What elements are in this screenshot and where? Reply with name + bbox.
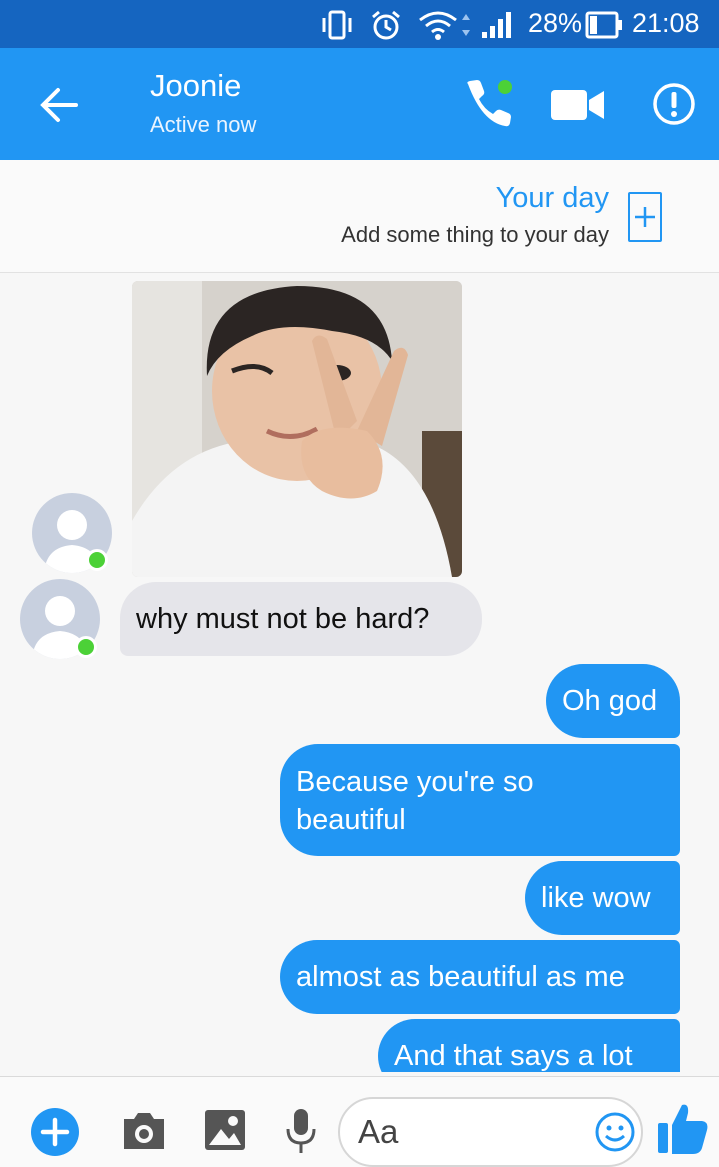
message-text: almost as beautiful as me bbox=[296, 961, 625, 993]
video-call-icon[interactable] bbox=[550, 88, 606, 127]
battery-percent: 28% bbox=[528, 8, 583, 38]
message-input-placeholder: Aa bbox=[358, 1113, 399, 1150]
your-day-title[interactable]: Your day bbox=[496, 182, 609, 215]
camera-icon[interactable] bbox=[120, 1109, 168, 1158]
wifi-icon bbox=[418, 10, 458, 45]
message-text: Oh god bbox=[562, 685, 658, 717]
message-list[interactable]: why must not be hard? Oh god Because you… bbox=[0, 274, 719, 1072]
message-text: why must not be hard? bbox=[136, 603, 430, 635]
back-arrow-icon[interactable] bbox=[36, 82, 82, 128]
signal-icon bbox=[460, 10, 520, 45]
status-bar: 28% 21:08 bbox=[0, 0, 719, 48]
conversation-header: Joonie Active now bbox=[0, 48, 719, 160]
thumbs-up-icon[interactable] bbox=[656, 1101, 710, 1162]
your-day-banner[interactable]: Your day Add some thing to your day bbox=[0, 160, 719, 273]
message-input[interactable]: Aa bbox=[338, 1097, 643, 1167]
contact-status: Active now bbox=[150, 112, 257, 137]
message-composer: Aa bbox=[0, 1076, 719, 1167]
microphone-icon[interactable] bbox=[284, 1107, 318, 1160]
outgoing-message-bubble[interactable]: And that says a lot bbox=[378, 1019, 680, 1072]
phone-call-icon[interactable] bbox=[462, 78, 518, 133]
battery-icon bbox=[585, 10, 625, 45]
message-text: And that says a lot bbox=[394, 1040, 633, 1072]
online-status-dot bbox=[75, 636, 97, 658]
gallery-icon[interactable] bbox=[203, 1107, 247, 1158]
vibrate-icon bbox=[320, 10, 354, 45]
incoming-photo-message[interactable] bbox=[132, 281, 462, 577]
message-text: Because you're so beautiful bbox=[296, 766, 534, 836]
plus-icon[interactable] bbox=[30, 1107, 80, 1162]
message-text: like wow bbox=[541, 882, 651, 914]
incoming-message-bubble[interactable]: why must not be hard? bbox=[120, 582, 482, 656]
alarm-icon bbox=[370, 10, 402, 47]
contact-name[interactable]: Joonie bbox=[150, 68, 241, 104]
your-day-subtitle: Add some thing to your day bbox=[341, 222, 609, 247]
outgoing-message-bubble[interactable]: Oh god bbox=[546, 664, 680, 738]
emoji-icon[interactable] bbox=[594, 1111, 636, 1158]
online-status-dot bbox=[86, 549, 108, 571]
outgoing-message-bubble[interactable]: almost as beautiful as me bbox=[280, 940, 680, 1014]
info-icon[interactable] bbox=[652, 82, 696, 131]
outgoing-message-bubble[interactable]: like wow bbox=[525, 861, 680, 935]
add-to-day-icon[interactable] bbox=[628, 192, 662, 242]
outgoing-message-bubble[interactable]: Because you're so beautiful bbox=[280, 744, 680, 856]
clock-time: 21:08 bbox=[632, 8, 700, 38]
